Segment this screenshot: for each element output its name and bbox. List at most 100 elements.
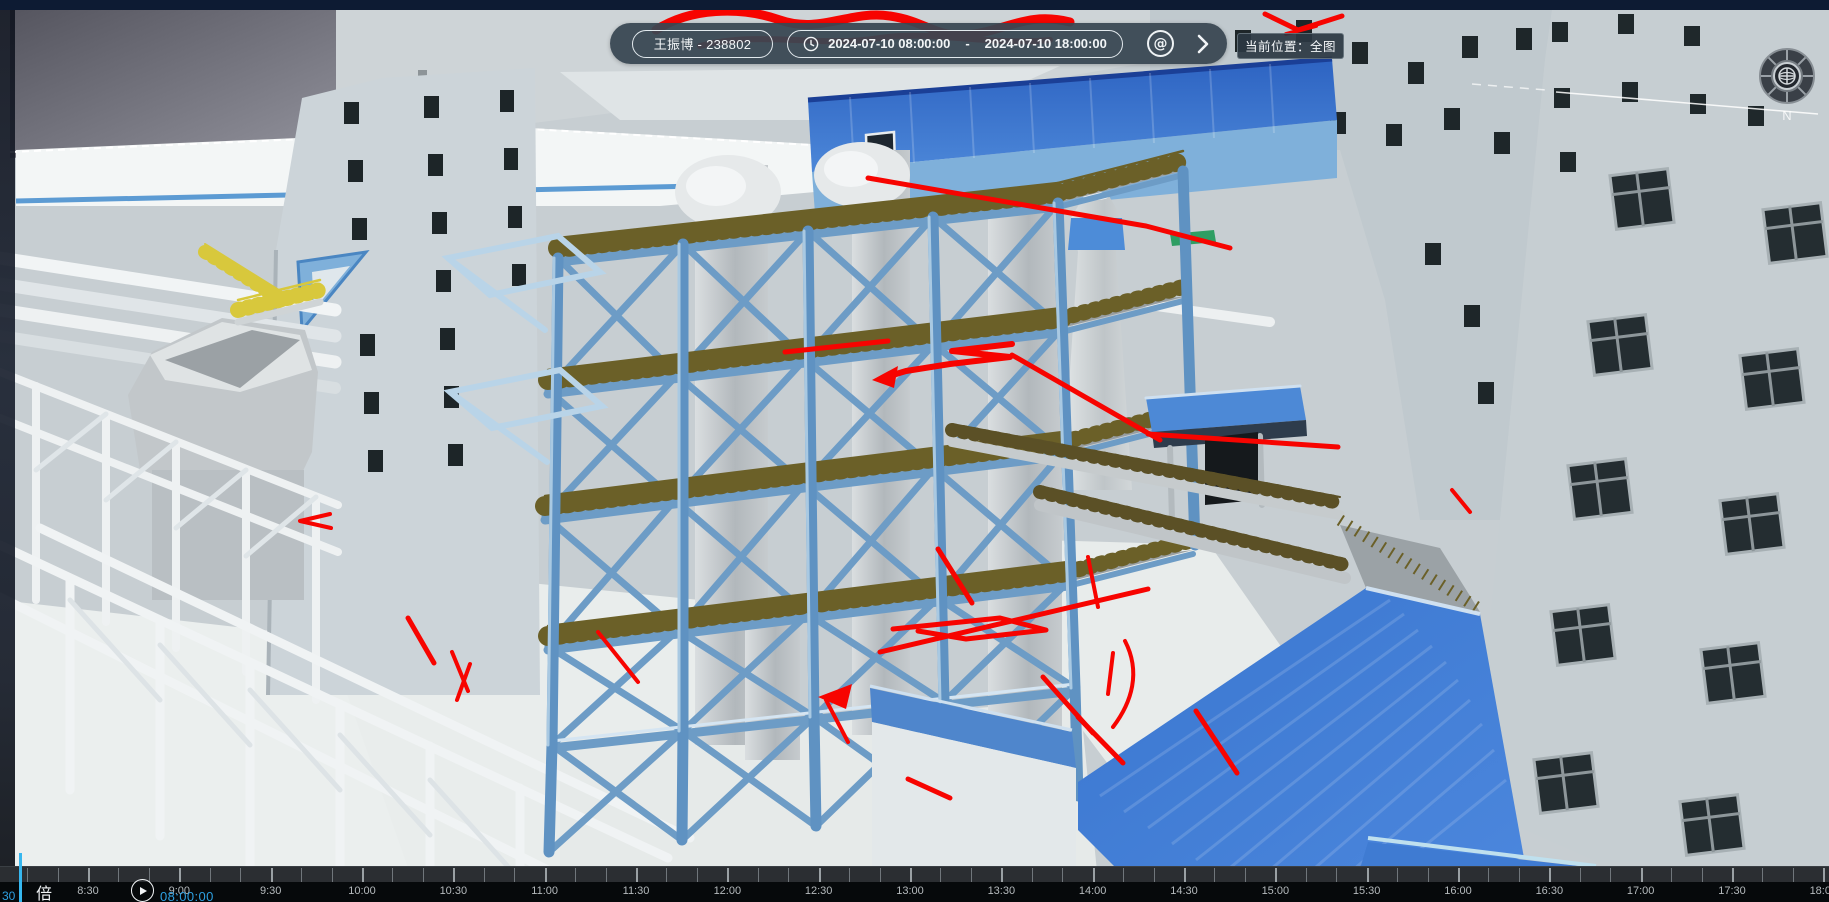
timeline-tick <box>271 868 273 882</box>
window-top-border <box>0 0 1829 10</box>
timeline-tick <box>210 868 211 882</box>
timeline-tick <box>27 868 28 882</box>
playback-toolbar: 王振博 - 238802 2024-07-10 08:00:00 - 2024-… <box>610 23 1227 64</box>
timeline-tick <box>1367 868 1369 882</box>
timeline-tick <box>940 868 941 882</box>
time-end: 2024-07-10 18:00:00 <box>985 36 1107 51</box>
timeline-tick <box>1123 868 1124 882</box>
timeline-tick <box>1093 868 1095 882</box>
timeline-tick <box>1032 868 1033 882</box>
timeline-tick <box>666 868 667 882</box>
scene-render <box>0 0 1829 902</box>
timeline-tick <box>1428 868 1429 882</box>
timeline-tick <box>58 868 59 882</box>
timeline-tick <box>727 868 729 882</box>
timeline-tick <box>1214 868 1215 882</box>
clock-icon <box>803 36 819 52</box>
timeline-tick <box>1671 868 1672 882</box>
timeline-tick-label: 14:30 <box>1170 885 1198 897</box>
current-location-label: 当前位置：全图 <box>1245 40 1336 54</box>
clipped-speed-value: 30 <box>2 889 15 902</box>
timeline-tick <box>1549 868 1551 882</box>
timeline-tick-label: 18:00 <box>1810 885 1829 897</box>
timeline-tick-label: 11:30 <box>623 885 650 897</box>
timeline-tick <box>545 868 547 882</box>
time-separator: - <box>959 36 975 51</box>
timeline-tick <box>1580 868 1581 882</box>
timeline-tick-label: 16:00 <box>1444 885 1472 897</box>
playback-current-time: 08:00:00 <box>160 889 214 902</box>
timeline-tick <box>758 868 759 882</box>
person-label: 王振博 - 238802 <box>654 34 752 53</box>
timeline-tick <box>1062 868 1063 882</box>
timeline-tick-label: 8:30 <box>77 885 98 897</box>
scene-3d-canvas[interactable] <box>0 0 1829 902</box>
timeline: 8:309:009:3010:0010:3011:0011:3012:0012:… <box>0 866 1829 902</box>
timeline-tick-label: 13:30 <box>988 885 1016 897</box>
timeline-tick <box>332 868 333 882</box>
locate-icon: @ <box>1154 37 1168 51</box>
timeline-tick-label: 16:30 <box>1536 885 1564 897</box>
timeline-tick-label: 12:00 <box>714 885 742 897</box>
timeline-tick <box>1823 868 1825 882</box>
timeline-tick-label: 11:00 <box>531 885 558 897</box>
time-start: 2024-07-10 08:00:00 <box>828 36 950 51</box>
compass-icon: N <box>1751 40 1823 126</box>
timeline-tick <box>240 868 241 882</box>
compass-north-label: N <box>1782 108 1791 123</box>
chevron-right-icon <box>1196 33 1210 55</box>
timeline-tick-label: 10:30 <box>440 885 468 897</box>
timeline-playhead[interactable] <box>19 853 22 902</box>
timeline-tick <box>849 868 850 882</box>
timeline-tick <box>118 868 119 882</box>
timeline-track[interactable] <box>0 866 1829 883</box>
timeline-tick <box>1762 868 1763 882</box>
timeline-tick <box>788 868 789 882</box>
timeline-tick <box>1519 868 1520 882</box>
timeline-tick <box>1275 868 1277 882</box>
timeline-tick <box>1458 868 1460 882</box>
timeline-tick <box>971 868 972 882</box>
timeline-tick <box>88 868 90 882</box>
timeline-tick <box>362 868 364 882</box>
timeline-tick-label: 17:00 <box>1627 885 1655 897</box>
timeline-tick <box>575 868 576 882</box>
timeline-tick <box>1306 868 1307 882</box>
trajectory-playback-app: 王振博 - 238802 2024-07-10 08:00:00 - 2024-… <box>0 0 1829 902</box>
person-selector[interactable]: 王振博 - 238802 <box>632 30 773 58</box>
play-button[interactable] <box>131 879 154 902</box>
timeline-tick <box>453 868 455 882</box>
next-button[interactable] <box>1194 31 1212 57</box>
window-left-border <box>0 0 15 902</box>
timeline-tick <box>1732 868 1734 882</box>
timeline-tick-label: 9:30 <box>260 885 281 897</box>
timeline-tick <box>149 868 150 882</box>
timeline-tick <box>697 868 698 882</box>
timeline-tick <box>1001 868 1003 882</box>
timeline-tick <box>606 868 607 882</box>
timeline-tick-label: 15:30 <box>1353 885 1381 897</box>
timeline-tick <box>880 868 881 882</box>
locate-button[interactable]: @ <box>1147 30 1174 57</box>
timeline-tick <box>1154 868 1155 882</box>
timeline-tick-label: 17:30 <box>1718 885 1746 897</box>
current-location-badge: 当前位置：全图 <box>1237 33 1344 59</box>
timeline-tick <box>392 868 393 882</box>
timeline-tick <box>179 868 181 882</box>
compass-navigation[interactable]: N <box>1751 40 1823 131</box>
timeline-tick <box>1702 868 1703 882</box>
timeline-tick <box>423 868 424 882</box>
speed-selector[interactable]: 倍数 <box>36 880 53 902</box>
timeline-tick <box>1245 868 1246 882</box>
timeline-tick <box>1184 868 1186 882</box>
time-range-picker[interactable]: 2024-07-10 08:00:00 - 2024-07-10 18:00:0… <box>787 30 1123 58</box>
timeline-tick <box>1641 868 1643 882</box>
timeline-tick-label: 12:30 <box>805 885 833 897</box>
timeline-tick <box>636 868 638 882</box>
timeline-tick <box>1397 868 1398 882</box>
timeline-tick-label: 15:00 <box>1262 885 1290 897</box>
timeline-tick <box>1336 868 1337 882</box>
timeline-labels: 8:309:009:3010:0010:3011:0011:3012:0012:… <box>0 882 1829 902</box>
timeline-tick <box>1488 868 1489 882</box>
timeline-tick <box>484 868 485 882</box>
